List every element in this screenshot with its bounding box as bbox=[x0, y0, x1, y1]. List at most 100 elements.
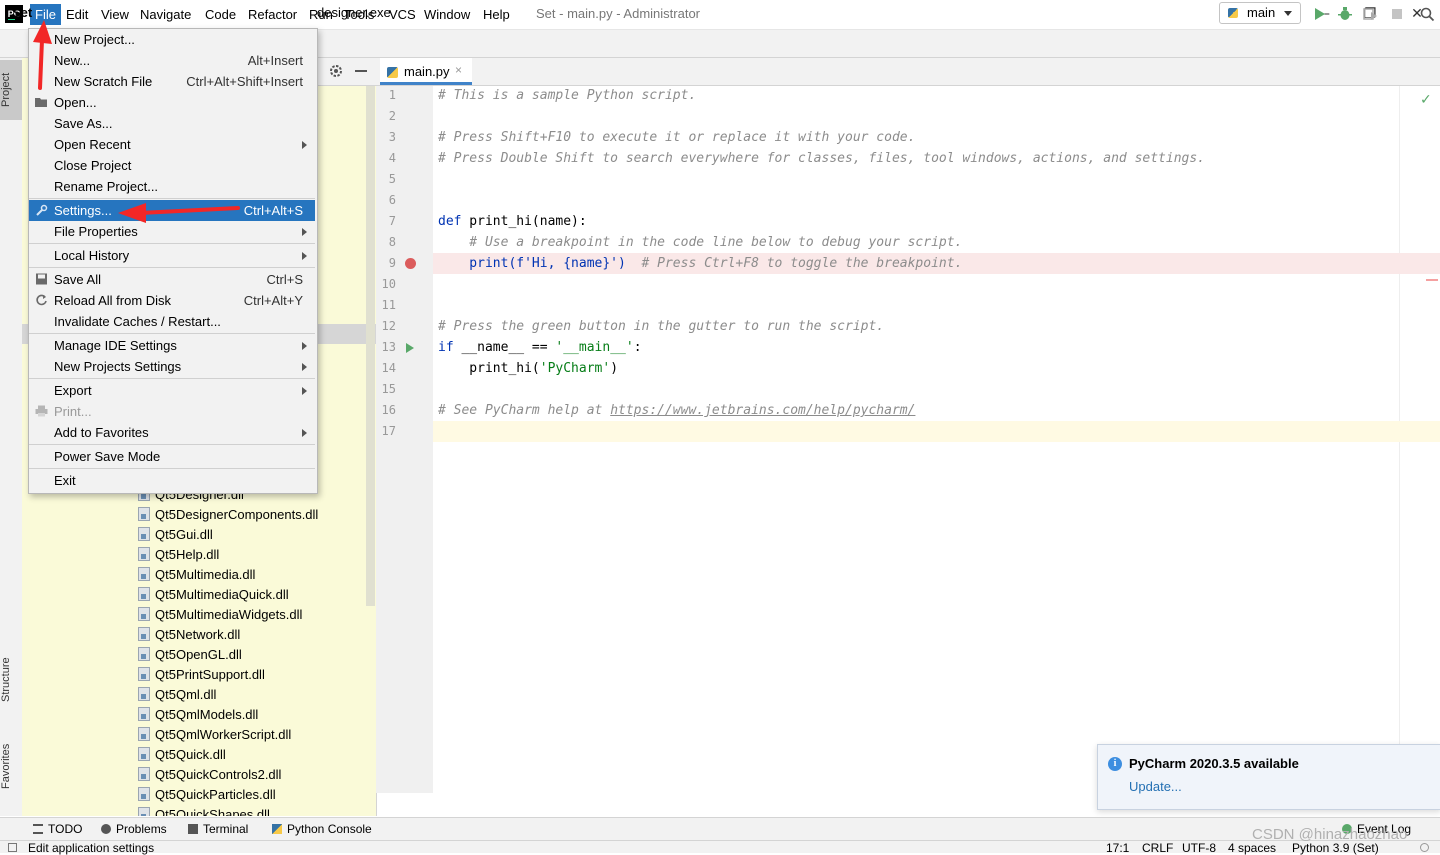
toggle-tool-windows-icon[interactable] bbox=[8, 843, 17, 852]
tree-item[interactable]: Qt5QuickParticles.dll bbox=[138, 785, 276, 805]
tree-item[interactable]: Qt5Network.dll bbox=[138, 625, 240, 645]
project-scrollbar[interactable] bbox=[366, 86, 375, 606]
line-separator[interactable]: CRLF bbox=[1142, 841, 1173, 855]
tree-item-label: Qt5Gui.dll bbox=[155, 527, 213, 542]
error-stripe-mark[interactable] bbox=[1426, 279, 1438, 281]
call-close: ) bbox=[610, 361, 619, 376]
inspection-ok-icon[interactable]: ✓ bbox=[1420, 92, 1432, 108]
menu-invalidate-caches[interactable]: Invalidate Caches / Restart... bbox=[29, 311, 315, 332]
menu-save-all[interactable]: Save All Ctrl+S bbox=[29, 269, 315, 290]
line-number: 13 bbox=[381, 340, 396, 354]
run-config-select[interactable]: main bbox=[1219, 2, 1301, 24]
line-number: 6 bbox=[388, 193, 396, 207]
tree-item[interactable]: Qt5PrintSupport.dll bbox=[138, 665, 265, 685]
menu-refactor[interactable]: Refactor bbox=[243, 4, 302, 25]
tab-main-py[interactable]: main.py × bbox=[380, 58, 472, 85]
tool-problems[interactable]: Problems bbox=[101, 822, 167, 836]
tree-item-label: Qt5QmlModels.dll bbox=[155, 707, 259, 722]
close-tab-icon[interactable]: × bbox=[455, 63, 462, 77]
tree-item-label: Qt5QuickShapes.dll bbox=[155, 807, 270, 816]
menu-new[interactable]: New... Alt+Insert bbox=[29, 50, 315, 71]
minimize-panel-icon[interactable] bbox=[355, 70, 367, 72]
menu-add-to-favorites[interactable]: Add to Favorites bbox=[29, 422, 315, 443]
menu-power-save-mode[interactable]: Power Save Mode bbox=[29, 446, 315, 467]
menu-open[interactable]: Open... bbox=[29, 92, 315, 113]
tree-item[interactable]: Qt5OpenGL.dll bbox=[138, 645, 242, 665]
menu-settings[interactable]: Settings... Ctrl+Alt+S bbox=[29, 200, 315, 221]
tree-item[interactable]: Qt5MultimediaWidgets.dll bbox=[138, 605, 302, 625]
menu-item-label: New Project... bbox=[54, 32, 135, 47]
tool-todo[interactable]: TODO bbox=[33, 822, 82, 836]
menu-view[interactable]: View bbox=[96, 4, 134, 25]
menu-help[interactable]: Help bbox=[478, 4, 515, 25]
library-file-icon bbox=[138, 507, 150, 521]
code-line-13: if __name__ == '__main__': bbox=[438, 337, 642, 358]
menu-code[interactable]: Code bbox=[200, 4, 241, 25]
menu-save-as[interactable]: Save As... bbox=[29, 113, 315, 134]
run-icon[interactable] bbox=[1312, 6, 1328, 22]
tree-item[interactable]: Qt5QmlWorkerScript.dll bbox=[138, 725, 291, 745]
menu-exit[interactable]: Exit bbox=[29, 470, 315, 491]
menu-rename-project[interactable]: Rename Project... bbox=[29, 176, 315, 197]
tree-item[interactable]: Qt5MultimediaQuick.dll bbox=[138, 585, 289, 605]
line-number: 9 bbox=[388, 256, 396, 270]
line-number: 8 bbox=[388, 235, 396, 249]
tool-tab-structure[interactable]: Structure bbox=[0, 650, 22, 710]
breadcrumb-project[interactable]: Set bbox=[12, 5, 32, 20]
line-number: 11 bbox=[381, 298, 396, 312]
tree-item[interactable]: Qt5Multimedia.dll bbox=[138, 565, 255, 585]
menu-new-projects-settings[interactable]: New Projects Settings bbox=[29, 356, 315, 377]
menu-local-history[interactable]: Local History bbox=[29, 245, 315, 266]
menu-window[interactable]: Window bbox=[419, 4, 475, 25]
run-gutter-icon[interactable] bbox=[406, 343, 414, 353]
file-encoding[interactable]: UTF-8 bbox=[1182, 841, 1216, 855]
tool-tab-favorites[interactable]: Favorites bbox=[0, 738, 22, 794]
gear-icon[interactable] bbox=[328, 63, 344, 79]
tree-item[interactable]: Qt5QuickControls2.dll bbox=[138, 765, 281, 785]
tree-item[interactable]: Qt5Help.dll bbox=[138, 545, 219, 565]
menu-file-properties[interactable]: File Properties bbox=[29, 221, 315, 242]
search-icon[interactable] bbox=[1419, 6, 1435, 22]
breadcrumb-file[interactable]: designer.exe bbox=[317, 5, 391, 20]
debug-icon[interactable] bbox=[1337, 6, 1353, 22]
update-link[interactable]: Update... bbox=[1129, 779, 1182, 794]
memory-indicator-icon[interactable] bbox=[1420, 843, 1429, 852]
tree-item[interactable]: Qt5DesignerComponents.dll bbox=[138, 505, 318, 525]
menu-reload-from-disk[interactable]: Reload All from Disk Ctrl+Alt+Y bbox=[29, 290, 315, 311]
coverage-icon[interactable] bbox=[1362, 6, 1378, 22]
library-file-icon bbox=[138, 807, 150, 816]
tool-terminal[interactable]: Terminal bbox=[188, 822, 248, 836]
tree-item[interactable]: Qt5Quick.dll bbox=[138, 745, 226, 765]
library-file-icon bbox=[138, 787, 150, 801]
help-link[interactable]: https://www.jetbrains.com/help/pycharm/ bbox=[610, 403, 915, 418]
run-config-label: main bbox=[1247, 5, 1276, 20]
menu-new-scratch-file[interactable]: New Scratch File Ctrl+Alt+Shift+Insert bbox=[29, 71, 315, 92]
python-file-icon bbox=[387, 67, 398, 78]
menu-close-project[interactable]: Close Project bbox=[29, 155, 315, 176]
menu-shortcut: Ctrl+Alt+Shift+Insert bbox=[186, 74, 303, 89]
tool-tab-project[interactable]: Project bbox=[0, 60, 22, 120]
menu-edit[interactable]: Edit bbox=[61, 4, 93, 25]
tree-item[interactable]: Qt5QuickShapes.dll bbox=[138, 805, 270, 816]
caret-position[interactable]: 17:1 bbox=[1106, 841, 1129, 855]
line-number: 1 bbox=[388, 88, 396, 102]
tool-python-console[interactable]: Python Console bbox=[272, 822, 372, 836]
menu-separator bbox=[29, 267, 315, 268]
menu-navigate[interactable]: Navigate bbox=[135, 4, 196, 25]
python-interpreter[interactable]: Python 3.9 (Set) bbox=[1292, 841, 1379, 855]
menu-file[interactable]: File bbox=[30, 4, 61, 25]
tree-item[interactable]: Qt5QmlModels.dll bbox=[138, 705, 258, 725]
menu-open-recent[interactable]: Open Recent bbox=[29, 134, 315, 155]
menu-manage-ide-settings[interactable]: Manage IDE Settings bbox=[29, 335, 315, 356]
line-number: 15 bbox=[381, 382, 396, 396]
tree-item[interactable]: Qt5Gui.dll bbox=[138, 525, 213, 545]
breakpoint-icon[interactable] bbox=[405, 258, 416, 269]
indent-setting[interactable]: 4 spaces bbox=[1228, 841, 1276, 855]
menu-export[interactable]: Export bbox=[29, 380, 315, 401]
tree-item[interactable]: Qt5Qml.dll bbox=[138, 685, 216, 705]
menu-new-project[interactable]: New Project... bbox=[29, 29, 315, 50]
stop-icon[interactable] bbox=[1389, 6, 1405, 22]
library-file-icon bbox=[138, 767, 150, 781]
menu-print: Print... bbox=[29, 401, 315, 422]
line-number: 14 bbox=[381, 361, 396, 375]
